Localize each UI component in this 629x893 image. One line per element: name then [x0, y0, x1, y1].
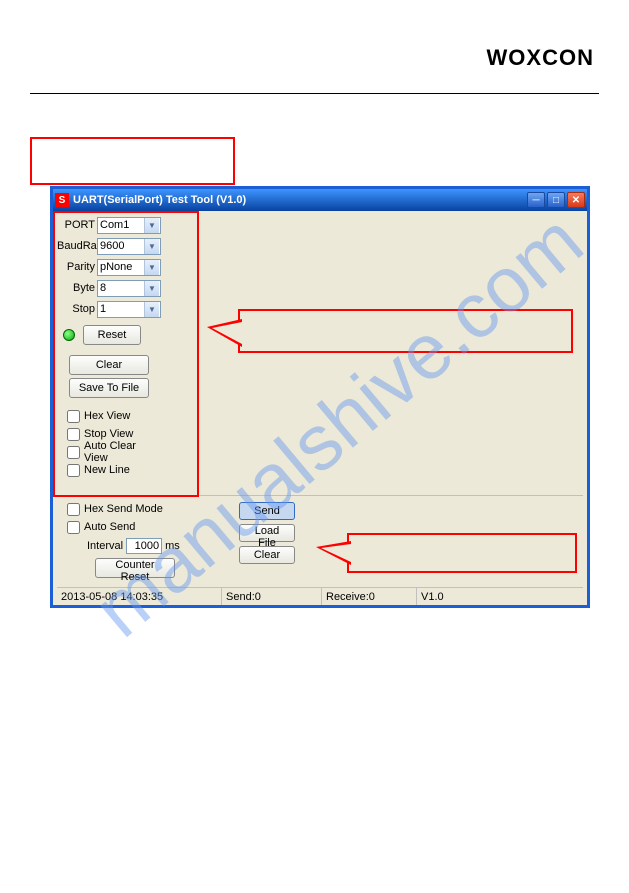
titlebar[interactable]: S UART(SerialPort) Test Tool (V1.0) ─ □ … — [53, 189, 587, 211]
header-rule — [30, 93, 599, 94]
clear-button[interactable]: Clear — [69, 355, 149, 375]
interval-input[interactable] — [126, 538, 162, 554]
baud-select[interactable]: 9600 — [97, 238, 161, 255]
interval-unit: ms — [165, 540, 180, 552]
reset-button[interactable]: Reset — [83, 325, 141, 345]
app-icon: S — [55, 193, 69, 207]
stop-view-label: Stop View — [84, 428, 133, 440]
client-area: PORT Com1 BaudRa 9600 Parity pNone Byte … — [53, 211, 587, 605]
parity-label: Parity — [57, 261, 97, 273]
save-to-file-button[interactable]: Save To File — [69, 378, 149, 398]
hex-view-label: Hex View — [84, 410, 130, 422]
annotation-box-top — [30, 137, 235, 185]
divider — [57, 495, 583, 496]
hex-send-label: Hex Send Mode — [84, 503, 163, 515]
status-bar: 2013-05-08 14:03:35 Send:0 Receive:0 V1.… — [57, 587, 583, 605]
stop-label: Stop — [57, 303, 97, 315]
port-label: PORT — [57, 219, 97, 231]
annotation-callout-2 — [347, 533, 577, 573]
baud-label: BaudRa — [57, 240, 97, 252]
send-button[interactable]: Send — [239, 502, 295, 520]
minimize-button[interactable]: ─ — [527, 192, 545, 208]
hex-view-checkbox[interactable]: Hex View — [57, 407, 161, 425]
stop-select[interactable]: 1 — [97, 301, 161, 318]
side-panel: PORT Com1 BaudRa 9600 Parity pNone Byte … — [57, 215, 161, 479]
load-file-button[interactable]: Load File — [239, 524, 295, 542]
clear-send-button[interactable]: Clear — [239, 546, 295, 564]
status-version: V1.0 — [417, 588, 583, 605]
status-led-icon — [63, 329, 75, 341]
auto-clear-label: Auto Clear View — [84, 440, 161, 464]
status-time: 2013-05-08 14:03:35 — [57, 588, 222, 605]
window-title: UART(SerialPort) Test Tool (V1.0) — [73, 194, 527, 206]
status-send: Send:0 — [222, 588, 322, 605]
status-receive: Receive:0 — [322, 588, 417, 605]
receive-area — [165, 215, 583, 493]
counter-reset-button[interactable]: Counter Reset — [95, 558, 175, 578]
brand-logo: WOXCON — [487, 45, 594, 71]
app-window: S UART(SerialPort) Test Tool (V1.0) ─ □ … — [50, 186, 590, 608]
byte-select[interactable]: 8 — [97, 280, 161, 297]
auto-clear-checkbox[interactable]: Auto Clear View — [57, 443, 161, 461]
parity-select[interactable]: pNone — [97, 259, 161, 276]
close-button[interactable]: ✕ — [567, 192, 585, 208]
auto-send-checkbox[interactable]: Auto Send — [57, 518, 187, 536]
annotation-callout-1 — [238, 309, 573, 353]
interval-label: Interval — [87, 540, 123, 552]
port-select[interactable]: Com1 — [97, 217, 161, 234]
maximize-button[interactable]: □ — [547, 192, 565, 208]
hex-send-checkbox[interactable]: Hex Send Mode — [57, 500, 187, 518]
auto-send-label: Auto Send — [84, 521, 135, 533]
new-line-label: New Line — [84, 464, 130, 476]
byte-label: Byte — [57, 282, 97, 294]
